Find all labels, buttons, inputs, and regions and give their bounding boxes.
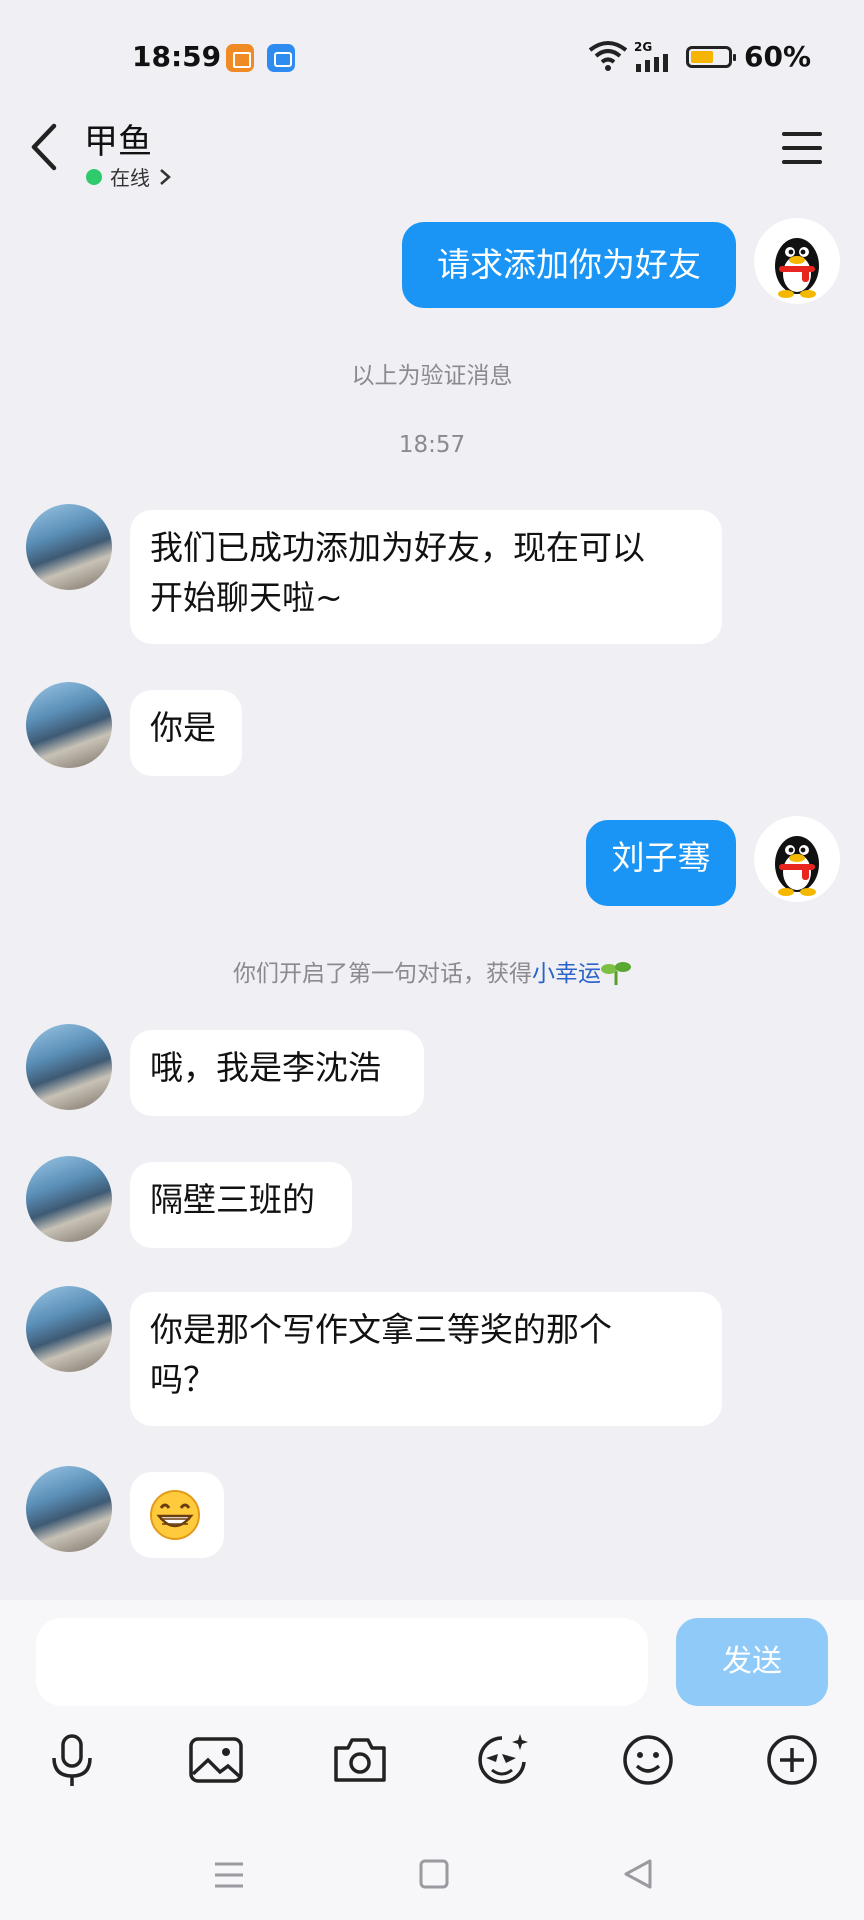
back-triangle-icon[interactable] xyxy=(622,1858,654,1890)
grinning-face-icon xyxy=(150,1490,200,1540)
sticker-icon[interactable] xyxy=(472,1730,532,1790)
back-arrow-icon[interactable] xyxy=(26,122,66,172)
image-icon[interactable] xyxy=(186,1730,246,1790)
message-text: 你是 xyxy=(150,708,216,747)
presence-status[interactable]: 在线 xyxy=(86,162,172,191)
message-text: 刘子骞 xyxy=(611,838,711,877)
contact-name[interactable]: 甲鱼 xyxy=(84,114,152,163)
incoming-message[interactable]: 你是那个写作文拿三等奖的那个 吗？ xyxy=(130,1292,722,1426)
battery-percent: 60% xyxy=(744,40,812,73)
contact-avatar[interactable] xyxy=(26,1156,112,1242)
sprout-icon xyxy=(601,962,631,985)
plus-icon[interactable] xyxy=(762,1730,822,1790)
battery-icon xyxy=(686,46,736,68)
camera-icon[interactable] xyxy=(330,1730,390,1790)
contact-avatar[interactable] xyxy=(26,1024,112,1110)
message-text-line: 你是那个写作文拿三等奖的那个 xyxy=(150,1310,612,1349)
message-input[interactable] xyxy=(36,1618,648,1706)
my-avatar[interactable] xyxy=(754,218,840,304)
online-dot-icon xyxy=(86,168,102,185)
calendar-app-icon xyxy=(226,44,254,72)
battery-level xyxy=(691,51,713,63)
system-notice-text: 你们开启了第一句对话，获得 xyxy=(233,961,532,987)
wifi-icon xyxy=(588,41,628,71)
incoming-message[interactable]: 哦，我是李沈浩 xyxy=(130,1030,424,1116)
signal-icon xyxy=(636,54,668,72)
home-square-icon[interactable] xyxy=(418,1858,450,1890)
send-button[interactable]: 发送 xyxy=(676,1618,828,1706)
system-notice: 以上为验证消息 xyxy=(351,363,513,389)
contact-avatar[interactable] xyxy=(26,1466,112,1552)
incoming-message[interactable] xyxy=(130,1472,224,1558)
message-text-line: 吗？ xyxy=(150,1360,216,1399)
chevron-right-icon xyxy=(160,168,171,185)
menu-icon[interactable] xyxy=(780,128,824,168)
system-navigation-bar xyxy=(0,1830,864,1920)
microphone-icon[interactable] xyxy=(42,1730,102,1790)
my-avatar[interactable] xyxy=(754,816,840,902)
message-text-line: 开始聊天啦~ xyxy=(150,578,343,617)
outgoing-message[interactable]: 请求添加你为好友 xyxy=(402,222,736,308)
incoming-message[interactable]: 隔壁三班的 xyxy=(130,1162,352,1248)
contact-avatar[interactable] xyxy=(26,504,112,590)
outgoing-message[interactable]: 刘子骞 xyxy=(586,820,736,906)
message-text: 请求添加你为好友 xyxy=(437,245,701,284)
timestamp: 18:57 xyxy=(398,432,466,458)
network-type-label: 2G xyxy=(634,40,653,54)
message-text-line: 我们已成功添加为好友，现在可以 xyxy=(150,528,645,567)
message-text: 隔壁三班的 xyxy=(150,1180,315,1219)
incoming-message[interactable]: 你是 xyxy=(130,690,242,776)
contact-avatar[interactable] xyxy=(26,1286,112,1372)
system-notice: 你们开启了第一句对话，获得小幸运 xyxy=(0,954,864,988)
message-text: 哦，我是李沈浩 xyxy=(150,1048,381,1087)
incoming-message[interactable]: 我们已成功添加为好友，现在可以 开始聊天啦~ xyxy=(130,510,722,644)
recents-menu-icon[interactable] xyxy=(212,1858,246,1892)
presence-label: 在线 xyxy=(110,166,150,190)
contact-avatar[interactable] xyxy=(26,682,112,768)
emoji-icon[interactable] xyxy=(618,1730,678,1790)
penguin-avatar-icon xyxy=(775,836,819,896)
message-app-icon xyxy=(267,44,295,72)
chat-header: 甲鱼 在线 xyxy=(0,100,864,200)
clock: 18:59 xyxy=(132,40,222,73)
lucky-link[interactable]: 小幸运 xyxy=(532,961,601,987)
status-bar: 18:59 2G 60% xyxy=(0,0,864,100)
penguin-avatar-icon xyxy=(775,238,819,298)
